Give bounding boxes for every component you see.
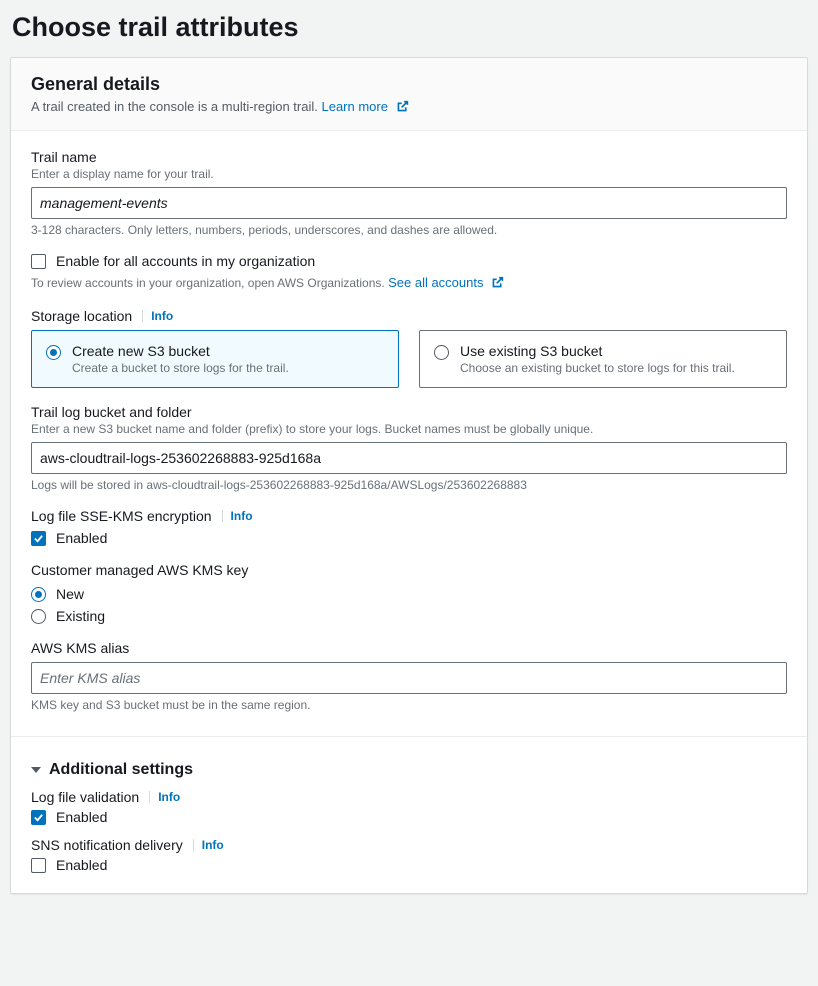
log-validation-enabled-label[interactable]: Enabled: [56, 809, 107, 825]
org-hint-text: To review accounts in your organization,…: [31, 276, 385, 290]
additional-heading: Additional settings: [49, 761, 193, 779]
sse-kms-info-link[interactable]: Info: [231, 509, 253, 523]
kms-alias-note: KMS key and S3 bucket must be in the sam…: [31, 698, 787, 712]
divider: [11, 736, 807, 737]
sns-checkbox[interactable]: [31, 858, 46, 873]
storage-create-sub: Create a bucket to store logs for the tr…: [72, 361, 384, 375]
sse-kms-label: Log file SSE-KMS encryption: [31, 508, 212, 524]
external-link-icon: [396, 100, 409, 116]
org-enable-label[interactable]: Enable for all accounts in my organizati…: [56, 253, 315, 269]
trail-name-hint: Enter a display name for your trail.: [31, 167, 787, 181]
sns-info-link[interactable]: Info: [202, 838, 224, 852]
storage-info-link[interactable]: Info: [151, 309, 173, 323]
kms-key-existing-label[interactable]: Existing: [56, 608, 105, 624]
external-link-icon: [491, 276, 504, 292]
bucket-label: Trail log bucket and folder: [31, 404, 787, 420]
general-heading: General details: [31, 74, 787, 95]
log-validation-info-link[interactable]: Info: [158, 790, 180, 804]
sns-label: SNS notification delivery: [31, 837, 183, 853]
sse-kms-enabled-label[interactable]: Enabled: [56, 530, 107, 546]
storage-existing-card[interactable]: Use existing S3 bucket Choose an existin…: [419, 330, 787, 388]
sse-kms-checkbox[interactable]: [31, 531, 46, 546]
radio-icon: [46, 345, 61, 360]
learn-more-link[interactable]: Learn more: [321, 99, 408, 114]
storage-create-new-card[interactable]: Create new S3 bucket Create a bucket to …: [31, 330, 399, 388]
sse-kms-field: Log file SSE-KMS encryption Info Enabled: [31, 508, 787, 546]
bucket-note: Logs will be stored in aws-cloudtrail-lo…: [31, 478, 787, 492]
trail-name-field: Trail name Enter a display name for your…: [31, 149, 787, 237]
kms-key-existing-radio[interactable]: [31, 609, 46, 624]
storage-existing-title: Use existing S3 bucket: [460, 343, 772, 359]
general-details-panel: General details A trail created in the c…: [10, 57, 808, 894]
kms-key-field: Customer managed AWS KMS key New Existin…: [31, 562, 787, 624]
storage-location-field: Storage location Info Create new S3 buck…: [31, 308, 787, 388]
bucket-input[interactable]: [31, 442, 787, 474]
bucket-field: Trail log bucket and folder Enter a new …: [31, 404, 787, 492]
chevron-down-icon: [31, 767, 41, 773]
sns-enabled-label[interactable]: Enabled: [56, 857, 107, 873]
log-validation-checkbox[interactable]: [31, 810, 46, 825]
kms-alias-label: AWS KMS alias: [31, 640, 787, 656]
log-validation-label: Log file validation: [31, 789, 139, 805]
trail-name-note: 3-128 characters. Only letters, numbers,…: [31, 223, 787, 237]
additional-settings-toggle[interactable]: Additional settings: [31, 761, 787, 779]
kms-key-new-radio[interactable]: [31, 587, 46, 602]
sns-field: SNS notification delivery Info Enabled: [31, 837, 787, 873]
log-validation-field: Log file validation Info Enabled: [31, 789, 787, 825]
bucket-hint: Enter a new S3 bucket name and folder (p…: [31, 422, 787, 436]
kms-alias-input[interactable]: [31, 662, 787, 694]
kms-alias-field: AWS KMS alias KMS key and S3 bucket must…: [31, 640, 787, 712]
org-enable-checkbox[interactable]: [31, 254, 46, 269]
trail-name-input[interactable]: [31, 187, 787, 219]
kms-key-label: Customer managed AWS KMS key: [31, 562, 787, 578]
storage-create-title: Create new S3 bucket: [72, 343, 384, 359]
see-all-accounts-link[interactable]: See all accounts: [388, 275, 504, 290]
general-subtext: A trail created in the console is a mult…: [31, 99, 787, 116]
storage-existing-sub: Choose an existing bucket to store logs …: [460, 361, 772, 375]
panel-header: General details A trail created in the c…: [11, 58, 807, 131]
page-title: Choose trail attributes: [12, 12, 808, 43]
kms-key-new-label[interactable]: New: [56, 586, 84, 602]
storage-label: Storage location: [31, 308, 132, 324]
org-enable-field: Enable for all accounts in my organizati…: [31, 253, 787, 292]
radio-icon: [434, 345, 449, 360]
trail-name-label: Trail name: [31, 149, 787, 165]
